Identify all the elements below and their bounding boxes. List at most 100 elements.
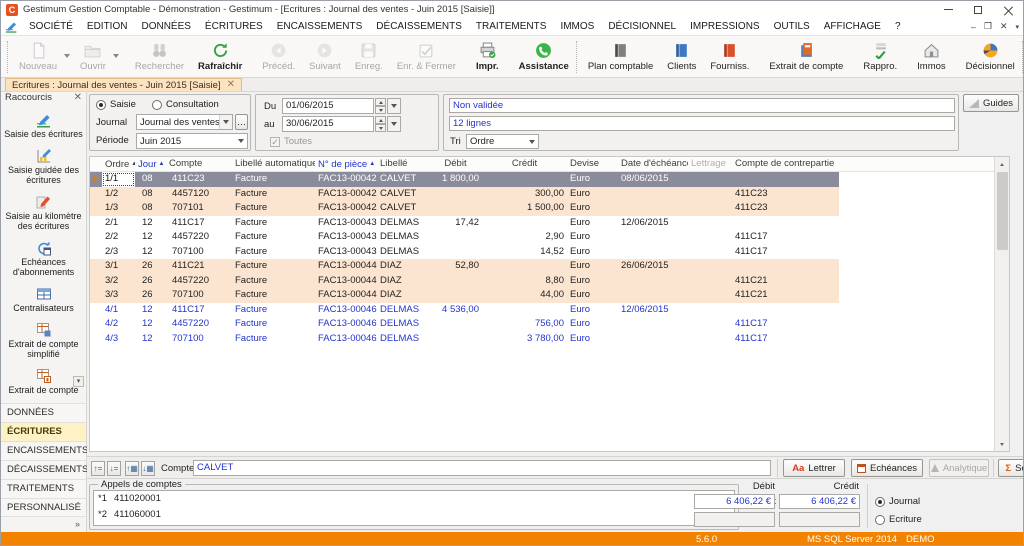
sidebar-expander-icon[interactable]: »: [75, 519, 80, 529]
cell-debit[interactable]: [429, 187, 482, 202]
cell-debit[interactable]: [429, 317, 482, 332]
cell-devise[interactable]: Euro: [567, 332, 618, 347]
column-header-contrepartie[interactable]: Compte de contrepartie: [732, 157, 839, 171]
cell-contrepartie[interactable]: 411C17: [732, 332, 839, 347]
mdi-close-icon[interactable]: ✕: [1000, 21, 1008, 32]
cell-devise[interactable]: Euro: [567, 288, 618, 303]
last-line-button[interactable]: ↓=: [107, 461, 121, 476]
first-line-button[interactable]: ↑=: [91, 461, 105, 476]
save-button[interactable]: Enreg.: [348, 37, 390, 77]
cell-auto[interactable]: Facture: [232, 332, 315, 347]
cell-credit[interactable]: 2,90: [482, 230, 567, 245]
cell-auto[interactable]: Facture: [232, 288, 315, 303]
date-from-calendar-button[interactable]: [387, 98, 401, 114]
chevron-down-icon[interactable]: [112, 53, 119, 58]
cell-piece[interactable]: FAC13-00042: [315, 201, 377, 216]
search-button[interactable]: Rechercher: [128, 37, 191, 77]
cell-compte[interactable]: 707100: [166, 288, 232, 303]
date-from-field[interactable]: 01/06/2015: [282, 98, 374, 114]
table-row[interactable]: 4/2 12 4457220 Facture FAC13-00046 DELMAS 756,…: [90, 317, 839, 332]
tri-select[interactable]: Ordre: [466, 134, 539, 149]
table-row[interactable]: 4/3 12 707100 Facture FAC13-00046 DELMAS 3 780…: [90, 332, 839, 347]
new-button[interactable]: Nouveau: [12, 37, 73, 77]
cell-lettrage[interactable]: [688, 332, 732, 347]
cell-libelle[interactable]: DELMAS: [377, 245, 429, 260]
menu-item-décisionnel[interactable]: DÉCISIONNEL: [601, 20, 683, 33]
cell-credit[interactable]: [482, 216, 567, 231]
scroll-up-icon[interactable]: [995, 157, 1009, 171]
list-item[interactable]: *1 411020001: [94, 491, 734, 507]
cell-auto[interactable]: Facture: [232, 303, 315, 318]
cell-jour[interactable]: 12: [135, 317, 166, 332]
refresh-button[interactable]: Rafraîchir: [191, 37, 249, 77]
menu-item-société[interactable]: SOCIÉTÉ: [22, 20, 80, 33]
cell-piece[interactable]: FAC13-00043: [315, 245, 377, 260]
appels-list[interactable]: *1 411020001 *2 411060001: [93, 490, 735, 526]
cell-echeance[interactable]: [618, 230, 688, 245]
cell-jour[interactable]: 12: [135, 245, 166, 260]
cell-debit[interactable]: 4 536,00: [429, 303, 482, 318]
cell-credit[interactable]: 756,00: [482, 317, 567, 332]
cell-lettrage[interactable]: [688, 216, 732, 231]
close-button[interactable]: [993, 1, 1023, 18]
guides-button[interactable]: Guides: [963, 94, 1019, 112]
chevron-down-icon[interactable]: ▾: [1015, 23, 1019, 31]
cell-devise[interactable]: Euro: [567, 259, 618, 274]
sidebar-section-données[interactable]: DONNÉES: [1, 403, 86, 422]
cell-credit[interactable]: 8,80: [482, 274, 567, 289]
cell-credit[interactable]: [482, 303, 567, 318]
account-statement-button[interactable]: Extrait de compte: [762, 37, 850, 77]
table-row[interactable]: 2/1 12 411C17 Facture FAC13-00043 DELMAS 17,42…: [90, 216, 839, 231]
cell-debit[interactable]: [429, 245, 482, 260]
cell-ordre[interactable]: 1/3: [102, 201, 135, 216]
cell-echeance[interactable]: 12/06/2015: [618, 303, 688, 318]
menu-item-décaissements[interactable]: DÉCAISSEMENTS: [369, 20, 469, 33]
menu-item-?[interactable]: ?: [888, 20, 908, 33]
toolbar-grip[interactable]: [1021, 40, 1023, 73]
cell-jour[interactable]: 26: [135, 274, 166, 289]
cell-libelle[interactable]: CALVET: [377, 172, 429, 187]
print-button[interactable]: Impr.: [469, 37, 506, 77]
cell-ordre[interactable]: 3/1: [102, 259, 135, 274]
cell-contrepartie[interactable]: 411C17: [732, 245, 839, 260]
cell-jour[interactable]: 12: [135, 216, 166, 231]
cell-ordre[interactable]: 4/1: [102, 303, 135, 318]
cell-contrepartie[interactable]: 411C23: [732, 187, 839, 202]
cell-contrepartie[interactable]: [732, 303, 839, 318]
date-from-spinner[interactable]: [375, 98, 386, 114]
column-header-ordre[interactable]: Ordre▲: [102, 157, 135, 171]
cell-libelle[interactable]: DIAZ: [377, 274, 429, 289]
sidebar-item-centralisateurs[interactable]: Centralisateurs: [1, 286, 86, 313]
cell-credit[interactable]: [482, 172, 567, 187]
cell-debit[interactable]: [429, 288, 482, 303]
cell-debit[interactable]: [429, 230, 482, 245]
table-row[interactable]: 3/1 26 411C21 Facture FAC13-00044 DIAZ 52,80 Eu…: [90, 259, 839, 274]
scope-ecriture-radio[interactable]: Ecriture: [875, 514, 922, 525]
column-header-lettrage[interactable]: Lettrage: [688, 157, 732, 171]
minimize-button[interactable]: [933, 1, 963, 18]
toolbar-grip[interactable]: [575, 40, 577, 73]
cell-piece[interactable]: FAC13-00044: [315, 259, 377, 274]
cell-piece[interactable]: FAC13-00044: [315, 274, 377, 289]
restore-button[interactable]: [963, 1, 993, 18]
cell-compte[interactable]: 4457220: [166, 317, 232, 332]
saisie-radio[interactable]: Saisie: [96, 99, 136, 110]
cell-auto[interactable]: Facture: [232, 216, 315, 231]
cell-lettrage[interactable]: [688, 274, 732, 289]
cell-debit[interactable]: 52,80: [429, 259, 482, 274]
cell-auto[interactable]: Facture: [232, 187, 315, 202]
table-row[interactable]: ▶ 1/1 08 411C23 Facture FAC13-00042 CALVET 1 80…: [90, 172, 839, 187]
cell-lettrage[interactable]: [688, 259, 732, 274]
column-header-piece[interactable]: N° de pièce ▲: [315, 157, 377, 171]
cell-lettrage[interactable]: [688, 288, 732, 303]
next-button[interactable]: Suivant: [302, 37, 348, 77]
column-header-credit[interactable]: Crédit: [482, 157, 567, 171]
cell-echeance[interactable]: [618, 288, 688, 303]
sidebar-item-extrait-de-compte[interactable]: Extrait de compte ▾: [1, 368, 86, 395]
cell-jour[interactable]: 26: [135, 288, 166, 303]
cell-jour[interactable]: 08: [135, 187, 166, 202]
cell-contrepartie[interactable]: [732, 216, 839, 231]
menu-item-écritures[interactable]: ÉCRITURES: [198, 20, 270, 33]
cell-libelle[interactable]: CALVET: [377, 201, 429, 216]
menu-item-impressions[interactable]: IMPRESSIONS: [683, 20, 766, 33]
